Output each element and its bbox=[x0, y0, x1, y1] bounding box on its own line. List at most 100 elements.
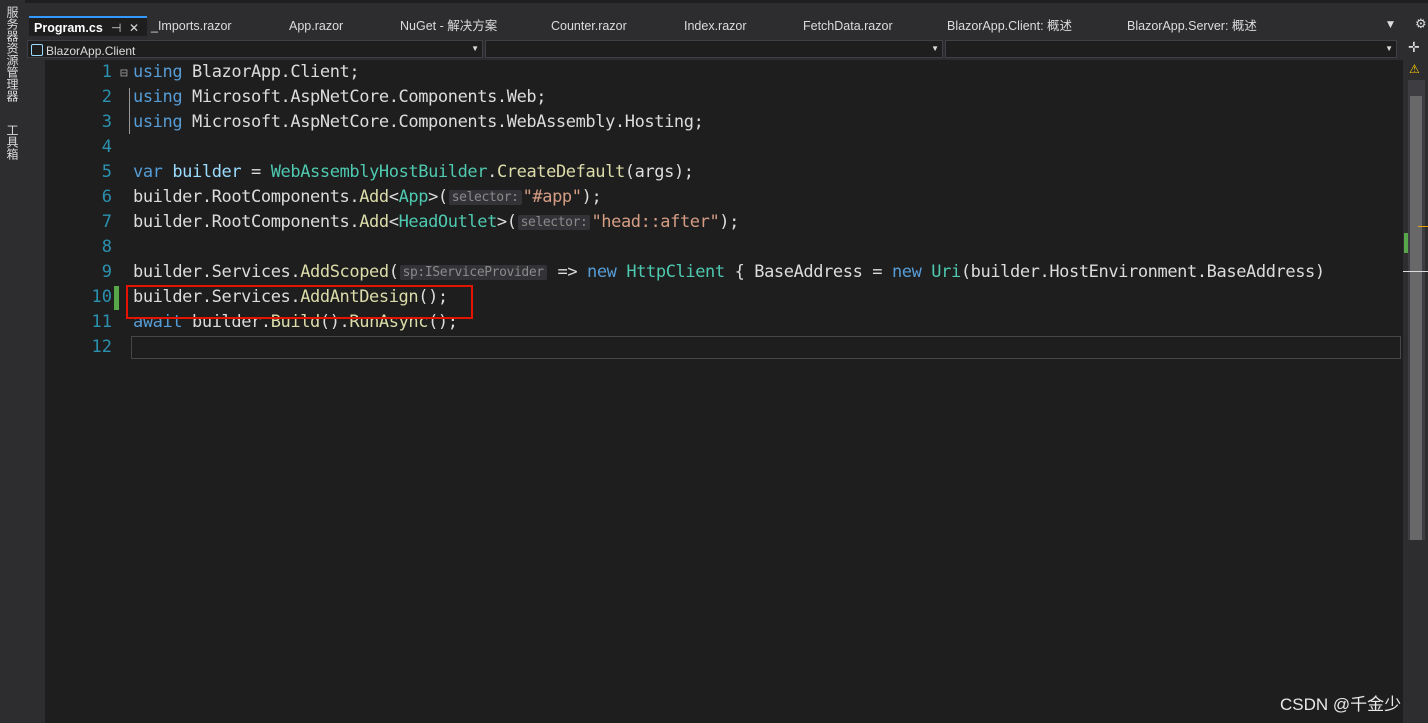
server-explorer-tab[interactable]: 服务器资源管理器 bbox=[4, 6, 21, 102]
tab-server-overview[interactable]: BlazorApp.Server: 概述 bbox=[1123, 16, 1305, 36]
change-indicator bbox=[114, 286, 119, 310]
type-name: Uri bbox=[931, 262, 961, 282]
tab-counter-razor[interactable]: Counter.razor bbox=[547, 16, 677, 36]
line-number: 6 bbox=[101, 187, 112, 207]
red-highlight-box bbox=[126, 285, 473, 319]
line-number: 1 bbox=[101, 62, 112, 82]
line-number: 5 bbox=[101, 162, 112, 182]
code-line-2: using Microsoft.AspNetCore.Components.We… bbox=[133, 87, 546, 107]
project-dropdown[interactable]: BlazorApp.Client ▼ bbox=[27, 40, 483, 58]
code-text: { BaseAddress = bbox=[724, 262, 892, 282]
code-text: . bbox=[487, 162, 497, 182]
project-dropdown-label: BlazorApp.Client bbox=[46, 44, 136, 58]
code-line-1: using BlazorApp.Client; bbox=[133, 62, 360, 82]
code-editor[interactable] bbox=[25, 60, 1403, 723]
close-icon[interactable]: ✕ bbox=[129, 18, 139, 36]
fold-collapse-icon[interactable]: ⊟ bbox=[120, 66, 128, 81]
code-text: = bbox=[241, 162, 271, 182]
method-name: Add bbox=[359, 187, 389, 207]
scroll-caret-marker bbox=[1403, 271, 1428, 272]
navigation-bar: BlazorApp.Client ▼ ▼ ▼ ✛ bbox=[25, 38, 1428, 60]
type-name: HttpClient bbox=[626, 262, 725, 282]
chevron-down-icon: ▼ bbox=[471, 44, 479, 53]
variable: builder bbox=[162, 162, 242, 182]
csharp-project-icon bbox=[31, 44, 43, 56]
keyword: new bbox=[891, 262, 922, 282]
code-text: builder.RootComponents. bbox=[133, 187, 360, 207]
left-tool-strip: 服务器资源管理器 工具箱 bbox=[0, 0, 25, 723]
keyword: var bbox=[133, 162, 163, 182]
pin-icon[interactable]: ⊣ bbox=[111, 18, 121, 36]
type-dropdown[interactable]: ▼ bbox=[485, 40, 943, 58]
split-editor-icon[interactable]: ✛ bbox=[1408, 40, 1420, 56]
chevron-down-icon: ▼ bbox=[1385, 44, 1393, 53]
code-text: Microsoft.AspNetCore.Components.Web; bbox=[182, 87, 547, 107]
member-dropdown[interactable]: ▼ bbox=[945, 40, 1397, 58]
code-text: >( bbox=[496, 212, 517, 232]
keyword: using bbox=[133, 62, 183, 82]
code-text: < bbox=[388, 212, 399, 232]
tab-bar-top-line bbox=[25, 0, 1428, 3]
code-text: < bbox=[388, 187, 399, 207]
tab-label: Program.cs bbox=[34, 21, 103, 35]
code-line-6: builder.RootComponents.Add<App>(selector… bbox=[133, 187, 602, 207]
document-tab-bar: Program.cs ⊣ ✕ _Imports.razor App.razor … bbox=[25, 0, 1428, 38]
scrollbar-thumb[interactable] bbox=[1410, 96, 1422, 540]
line-number: 3 bbox=[101, 112, 112, 132]
editor-gutter bbox=[25, 60, 45, 723]
keyword: using bbox=[133, 87, 183, 107]
code-text: (args); bbox=[624, 162, 694, 182]
line-number: 10 bbox=[91, 287, 112, 307]
code-text: ); bbox=[719, 212, 739, 232]
line-number: 4 bbox=[101, 137, 112, 157]
toolbox-tab[interactable]: 工具箱 bbox=[4, 124, 21, 160]
code-text: builder.Services. bbox=[133, 262, 301, 282]
code-line-3: using Microsoft.AspNetCore.Components.We… bbox=[133, 112, 704, 132]
settings-gear-icon[interactable]: ⚙ bbox=[1415, 17, 1427, 32]
code-line-7: builder.RootComponents.Add<HeadOutlet>(s… bbox=[133, 212, 739, 232]
code-text: ( bbox=[388, 262, 399, 282]
inlay-parameter-hint: selector: bbox=[448, 190, 522, 205]
code-text: (builder.HostEnvironment.BaseAddress) bbox=[960, 262, 1325, 282]
line-number: 12 bbox=[91, 337, 112, 357]
line-number: 9 bbox=[101, 262, 112, 282]
tab-program-cs[interactable]: Program.cs ⊣ ✕ bbox=[29, 16, 147, 36]
line-number: 11 bbox=[91, 312, 112, 332]
code-line-5: var builder = WebAssemblyHostBuilder.Cre… bbox=[133, 162, 694, 182]
tab-overflow-dropdown-icon[interactable]: ▼ bbox=[1387, 20, 1394, 30]
code-text: ); bbox=[581, 187, 602, 207]
line-number: 7 bbox=[101, 212, 112, 232]
tab-index-razor[interactable]: Index.razor bbox=[680, 16, 796, 36]
tab-fetchdata-razor[interactable]: FetchData.razor bbox=[799, 16, 940, 36]
code-text: builder.RootComponents. bbox=[133, 212, 360, 232]
method-name: AddScoped bbox=[300, 262, 389, 282]
current-line-highlight bbox=[131, 336, 1401, 359]
keyword: new bbox=[587, 262, 617, 282]
chevron-down-icon: ▼ bbox=[931, 44, 939, 53]
inlay-parameter-hint: sp:IServiceProvider bbox=[399, 265, 547, 280]
string-literal: "#app" bbox=[522, 187, 582, 207]
method-name: Add bbox=[359, 212, 389, 232]
scroll-warning-marker bbox=[1418, 226, 1428, 227]
inlay-parameter-hint: selector: bbox=[517, 215, 591, 230]
code-text: BlazorApp.Client; bbox=[182, 62, 360, 82]
tab-imports-razor[interactable]: _Imports.razor bbox=[147, 16, 282, 36]
code-text: >( bbox=[428, 187, 448, 207]
keyword: using bbox=[133, 112, 183, 132]
type-name: HeadOutlet bbox=[398, 212, 498, 232]
code-line-9: builder.Services.AddScoped(sp:IServicePr… bbox=[133, 262, 1395, 282]
type-name: App bbox=[398, 187, 429, 207]
method-name: CreateDefault bbox=[496, 162, 625, 182]
string-literal: "head::after" bbox=[591, 212, 720, 232]
scroll-change-marker bbox=[1404, 233, 1408, 253]
type-name: WebAssemblyHostBuilder bbox=[270, 162, 488, 182]
warning-icon[interactable]: ⚠ bbox=[1409, 62, 1420, 76]
fold-guide-line bbox=[129, 88, 130, 134]
line-number: 2 bbox=[101, 87, 112, 107]
watermark: CSDN @千金少 bbox=[1280, 695, 1402, 714]
tab-client-overview[interactable]: BlazorApp.Client: 概述 bbox=[943, 16, 1120, 36]
tab-nuget[interactable]: NuGet - 解决方案 bbox=[396, 16, 544, 36]
tab-app-razor[interactable]: App.razor bbox=[285, 16, 393, 36]
